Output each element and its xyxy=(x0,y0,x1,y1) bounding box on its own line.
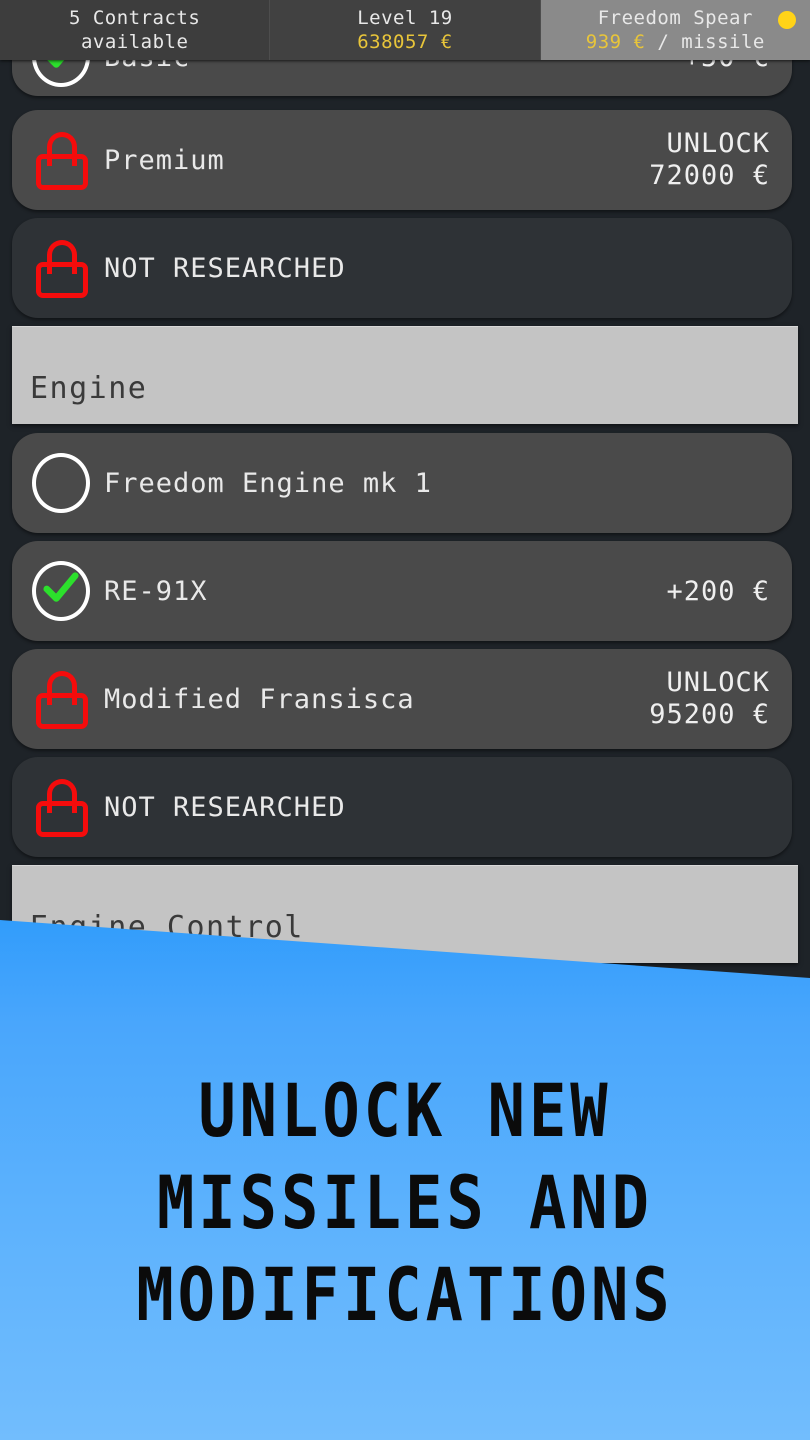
contracts-count: 5 Contracts xyxy=(68,7,201,29)
contracts-availability: available xyxy=(80,31,189,53)
section-header-engine: Engine xyxy=(12,326,798,424)
lock-icon xyxy=(30,236,94,300)
checkmark-icon xyxy=(43,572,79,602)
list-item-modified-fransisca[interactable]: Modified Fransisca UNLOCK 95200 € xyxy=(12,649,792,749)
list-item-label: Premium xyxy=(104,144,225,176)
list-item-unlock-price: UNLOCK 72000 € xyxy=(649,128,770,191)
list-item-value: +200 € xyxy=(666,575,770,607)
list-item-label: RE-91X xyxy=(104,575,208,607)
lock-icon xyxy=(30,775,94,839)
radio-checked-icon[interactable] xyxy=(30,559,94,623)
promo-line-1: Unlock new xyxy=(198,1067,612,1154)
status-cell-missile[interactable]: Freedom Spear 939 € / missile xyxy=(540,0,810,60)
list-item-label: Modified Fransisca xyxy=(104,683,415,715)
lock-icon xyxy=(30,667,94,731)
missile-price-amount: 939 € xyxy=(585,31,646,53)
missile-price-suffix: / missile xyxy=(645,31,765,53)
promo-banner: Unlock new missiles and modifications xyxy=(0,920,810,1440)
status-cell-level[interactable]: Level 19 638057 € xyxy=(270,0,541,60)
promo-headline: Unlock new missiles and modifications xyxy=(0,1065,810,1341)
list-item-not-researched: NOT RESEARCHED xyxy=(12,218,792,318)
money-amount: 638057 € xyxy=(357,31,453,53)
lock-icon xyxy=(30,128,94,192)
list-item-label: NOT RESEARCHED xyxy=(104,791,346,823)
app-screenshot: Basic +50 € Premium UNLOCK 72000 € N xyxy=(0,0,810,1440)
list-item-label: NOT RESEARCHED xyxy=(104,252,346,284)
list-item-re-91x[interactable]: RE-91X +200 € xyxy=(12,541,792,641)
ammo-indicator-dot xyxy=(777,11,796,29)
radio-empty-icon[interactable] xyxy=(30,451,94,515)
missile-name: Freedom Spear xyxy=(597,7,753,29)
upgrade-list[interactable]: Basic +50 € Premium UNLOCK 72000 € N xyxy=(0,0,810,990)
status-bar: 5 Contracts available Level 19 638057 € … xyxy=(0,0,810,60)
section-title: Engine xyxy=(30,371,148,406)
missile-price: 939 € / missile xyxy=(586,30,765,54)
status-cell-contracts[interactable]: 5 Contracts available xyxy=(0,0,271,60)
list-item-premium[interactable]: Premium UNLOCK 72000 € xyxy=(12,110,792,210)
list-item-not-researched: NOT RESEARCHED xyxy=(12,757,792,857)
promo-line-2: missiles and xyxy=(157,1159,653,1246)
level-label: Level 19 xyxy=(357,7,453,29)
promo-line-3: modifications xyxy=(136,1251,674,1338)
list-item-freedom-engine-mk-1[interactable]: Freedom Engine mk 1 xyxy=(12,433,792,533)
list-item-unlock-price: UNLOCK 95200 € xyxy=(649,667,770,730)
list-item-label: Freedom Engine mk 1 xyxy=(104,467,432,499)
